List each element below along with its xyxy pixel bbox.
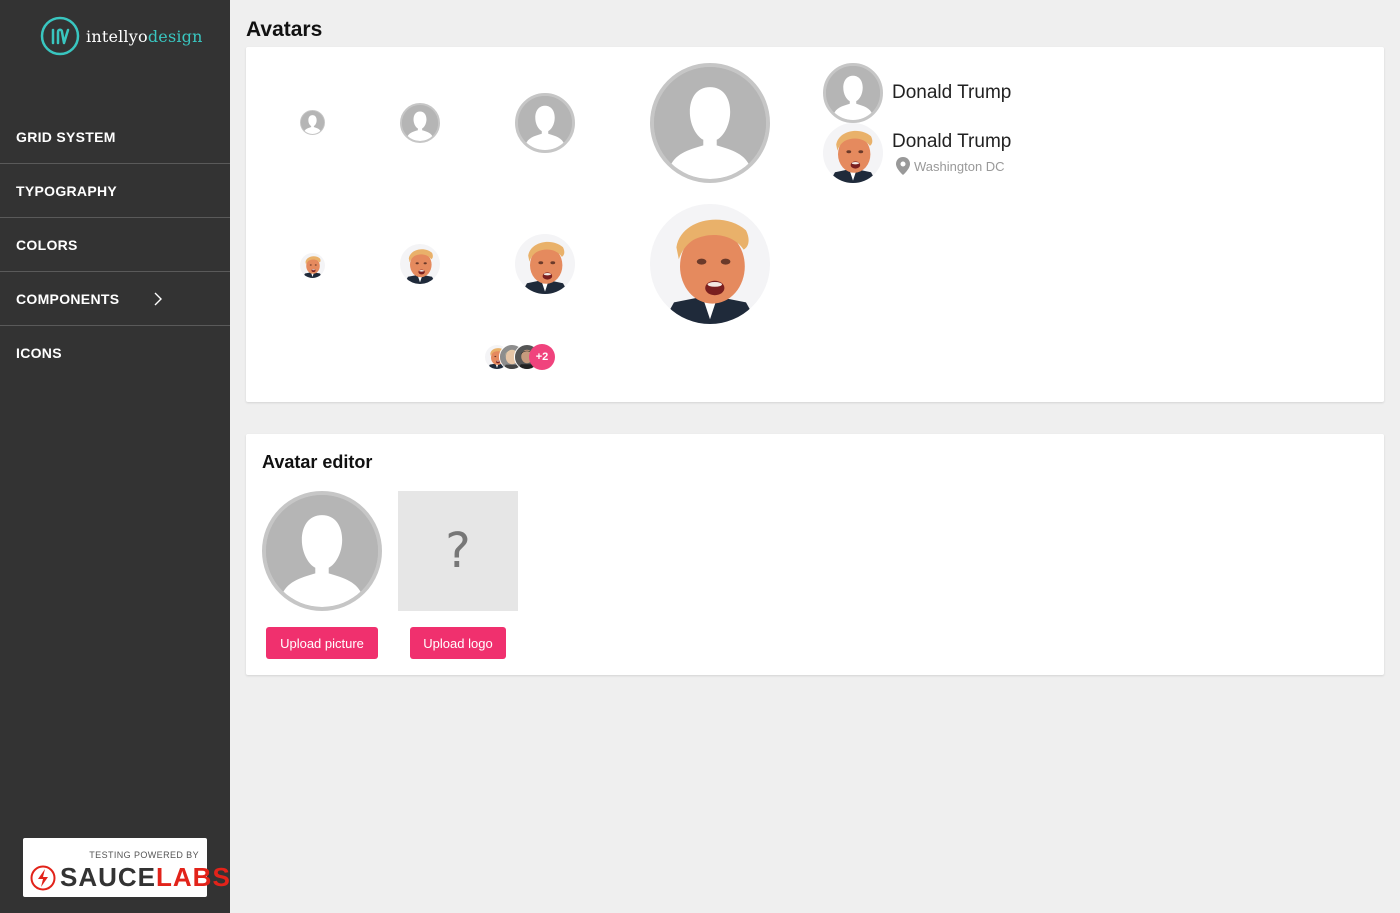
avatar-editor-card: Avatar editor ? Upload picture Upload lo… [246,434,1384,675]
avatar-placeholder-md [515,93,575,153]
logo-placeholder[interactable]: ? [398,491,518,611]
saucelabs-badge[interactable]: TESTING POWERED BY SAUCELABS [23,838,230,897]
sidebar-item-label: ICONS [16,345,62,361]
sidebar-nav: GRID SYSTEM TYPOGRAPHY COLORS COMPONENTS… [0,110,230,380]
sidebar: intellyodesign GRID SYSTEM TYPOGRAPHY CO… [0,0,230,913]
saucelabs-wordmark: SAUCELABS [60,862,231,892]
avatar-photo-sm [400,244,440,284]
sidebar-item-label: COLORS [16,236,78,253]
page-title: Avatars [246,18,323,41]
sidebar-item-label: TYPOGRAPHY [16,182,118,199]
avatar-photo-lg [650,204,770,324]
user-location-text: Washington DC [914,158,1005,174]
avatar-photo-md [515,234,575,294]
saucelabs-logo-icon [30,865,56,891]
avatar-editor-preview[interactable] [262,491,382,611]
avatar-photo-user [823,123,883,183]
user-location: Washington DC [896,157,1005,175]
user-name: Donald Trump [892,82,1012,103]
brand-name: intellyodesign [86,26,203,46]
brand-logo-icon [40,16,80,56]
sidebar-item-colors[interactable]: COLORS [0,218,230,272]
sidebar-item-icons[interactable]: ICONS [0,326,230,380]
upload-picture-button[interactable]: Upload picture [266,627,378,659]
avatar-placeholder-xs [300,110,325,135]
avatar-photo-xs [300,253,325,278]
avatar-placeholder-user [823,63,883,123]
sidebar-item-grid-system[interactable]: GRID SYSTEM [0,110,230,164]
sidebar-item-typography[interactable]: TYPOGRAPHY [0,164,230,218]
location-pin-icon [896,157,910,175]
brand-logo[interactable]: intellyodesign [40,15,203,57]
avatar-placeholder-lg [650,63,770,183]
saucelabs-powered-text: TESTING POWERED BY [89,850,199,860]
avatars-card: Donald Trump Donald Trump Washington DC … [246,47,1384,402]
avatar-group-more-badge[interactable]: +2 [529,344,555,370]
sidebar-item-label: COMPONENTS [16,290,120,307]
user-name: Donald Trump [892,131,1012,152]
sidebar-item-components[interactable]: COMPONENTS [0,272,230,326]
chevron-right-icon [154,292,163,305]
avatar-editor-title: Avatar editor [262,452,373,472]
avatar-placeholder-sm [400,103,440,143]
upload-logo-button[interactable]: Upload logo [410,627,506,659]
sidebar-item-label: GRID SYSTEM [16,128,116,145]
